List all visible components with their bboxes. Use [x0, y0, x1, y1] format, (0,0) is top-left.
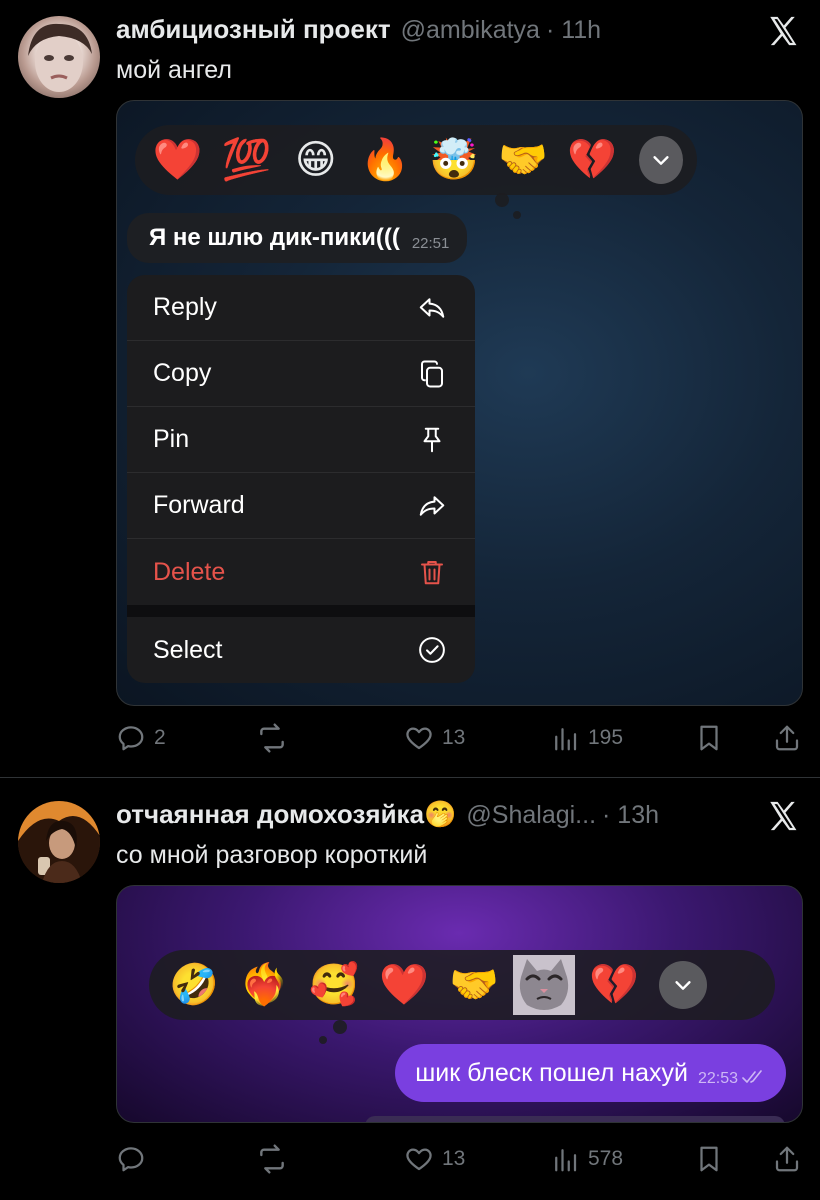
reaction-broken-heart[interactable]: 💔 [583, 957, 645, 1013]
menu-item-label: Select [153, 635, 223, 664]
user-handle[interactable]: @Shalagi... [466, 801, 596, 830]
menu-item-select[interactable]: Select [127, 617, 475, 683]
tweet-time[interactable]: · 11h [546, 16, 601, 45]
heart-icon [406, 727, 432, 750]
forward-icon [415, 489, 449, 523]
tweet-text: со мной разговор короткий [116, 841, 428, 869]
reaction-broken-heart[interactable]: 💔 [564, 132, 621, 188]
reaction-smiling-hearts[interactable]: 🥰 [303, 957, 365, 1013]
views-chart-icon [555, 728, 577, 751]
menu-separator [127, 605, 475, 617]
views-count: 578 [588, 1147, 624, 1170]
like-button[interactable]: 13 [404, 718, 465, 758]
menu-item-delete[interactable]: Delete [127, 539, 475, 605]
reply-bubble-icon [118, 1147, 144, 1172]
menu-item-forward[interactable]: Forward [127, 473, 475, 539]
menu-item-copy[interactable]: Copy [127, 341, 475, 407]
display-name[interactable]: отчаянная домохозяйка🤭 [116, 799, 456, 830]
reaction-fire[interactable]: 🔥 [356, 132, 413, 188]
double-check-icon [742, 1069, 766, 1090]
display-name[interactable]: амбициозный проект [116, 14, 391, 45]
views-chart-icon [555, 1149, 577, 1172]
outgoing-message[interactable]: шик блеск пошел нахуй 22:53 [395, 1044, 786, 1102]
retweet-button[interactable] [256, 1139, 296, 1179]
bookmark-icon [700, 725, 718, 751]
tweet[interactable]: отчаянная домохозяйка🤭 @Shalagi... · 13h… [0, 779, 820, 1200]
retweet-button[interactable] [256, 718, 296, 758]
retweet-icon [260, 1144, 284, 1174]
reaction-handshake[interactable]: 🤝 [495, 132, 552, 188]
reply-button[interactable]: 2 [116, 718, 166, 758]
bookmark-button[interactable] [694, 1139, 724, 1179]
menu-item-pin[interactable]: Pin [127, 407, 475, 473]
menu-item-reply[interactable]: Reply [127, 275, 475, 341]
tweet-media[interactable]: ❤️ 💯 😁 🔥 🤯 🤝 💔 Я не шлю дик-пики((( 22:5… [116, 100, 803, 706]
reply-icon [415, 291, 449, 325]
menu-item-label: Reply [153, 293, 217, 321]
retweet-icon [260, 723, 284, 753]
reaction-handshake[interactable]: 🤝 [443, 957, 505, 1013]
menu-item-label: Pin [153, 425, 190, 453]
menu-peek [365, 1116, 785, 1122]
reaction-grin[interactable]: 😁 [287, 132, 344, 188]
reply-count: 2 [154, 726, 166, 749]
bookmark-icon [700, 1146, 718, 1172]
copy-icon [415, 357, 449, 391]
heart-icon [406, 1148, 432, 1171]
x-logo-icon[interactable] [766, 14, 800, 48]
reaction-bar: ❤️ 💯 😁 🔥 🤯 🤝 💔 [135, 125, 697, 195]
chevron-down-icon[interactable] [659, 961, 707, 1009]
views-count: 195 [588, 726, 624, 749]
reaction-heart[interactable]: ❤️ [149, 132, 206, 188]
reaction-mind-blown[interactable]: 🤯 [425, 132, 482, 188]
reaction-cat-sticker[interactable] [513, 955, 575, 1015]
tweet-actions: 13 578 [116, 1139, 806, 1179]
message-text: Я не шлю дик-пики((( [149, 224, 400, 251]
reaction-hundred[interactable]: 💯 [218, 132, 275, 188]
reaction-bar-tail [319, 1036, 327, 1044]
reaction-heart-on-fire[interactable]: ❤️‍🔥 [233, 957, 295, 1013]
reaction-bar-tail [333, 1020, 347, 1034]
tweet[interactable]: амбициозный проект @ambikatya · 11h мой … [0, 0, 820, 778]
cat-sticker-icon [513, 955, 575, 1015]
chevron-down-icon[interactable] [638, 136, 683, 184]
user-handle[interactable]: @ambikatya [401, 16, 540, 45]
trash-icon [415, 555, 449, 589]
share-button[interactable] [772, 718, 802, 758]
reaction-heart[interactable]: ❤️ [373, 957, 435, 1013]
incoming-message[interactable]: Я не шлю дик-пики((( 22:51 [127, 213, 468, 263]
tweet-time[interactable]: · 13h [602, 801, 659, 830]
like-button[interactable]: 13 [404, 1139, 465, 1179]
reaction-bar-tail [495, 193, 509, 207]
share-icon [775, 725, 799, 751]
bookmark-button[interactable] [694, 718, 724, 758]
reply-button[interactable] [116, 1139, 154, 1179]
avatar[interactable] [18, 16, 100, 98]
reaction-rofl[interactable]: 🤣 [163, 957, 225, 1013]
reaction-bar-tail [513, 211, 521, 219]
x-logo-icon[interactable] [766, 799, 800, 833]
menu-item-label: Copy [153, 359, 212, 387]
like-count: 13 [442, 726, 466, 749]
views-button[interactable]: 195 [550, 718, 623, 758]
pin-icon [415, 423, 449, 457]
share-icon [775, 1146, 799, 1172]
share-button[interactable] [772, 1139, 802, 1179]
check-circle-icon [415, 633, 449, 667]
reply-bubble-icon [118, 726, 144, 751]
avatar[interactable] [18, 801, 100, 883]
tweet-divider [0, 777, 820, 778]
context-menu: Reply Copy Pin Forward Delete Select [127, 275, 475, 683]
menu-item-label: Forward [153, 491, 245, 519]
tweet-media[interactable]: 🤣 ❤️‍🔥 🥰 ❤️ 🤝 💔 шик блеск по [116, 885, 803, 1123]
message-time: 22:51 [411, 234, 450, 252]
reaction-bar: 🤣 ❤️‍🔥 🥰 ❤️ 🤝 💔 [149, 950, 775, 1020]
like-count: 13 [442, 1147, 466, 1170]
menu-item-label: Delete [153, 557, 226, 586]
tweet-text: мой ангел [116, 56, 232, 84]
message-text: шик блеск пошел нахуй [415, 1058, 688, 1087]
views-button[interactable]: 578 [550, 1139, 623, 1179]
message-time: 22:53 [697, 1070, 738, 1087]
tweet-actions: 2 13 195 [116, 718, 806, 758]
